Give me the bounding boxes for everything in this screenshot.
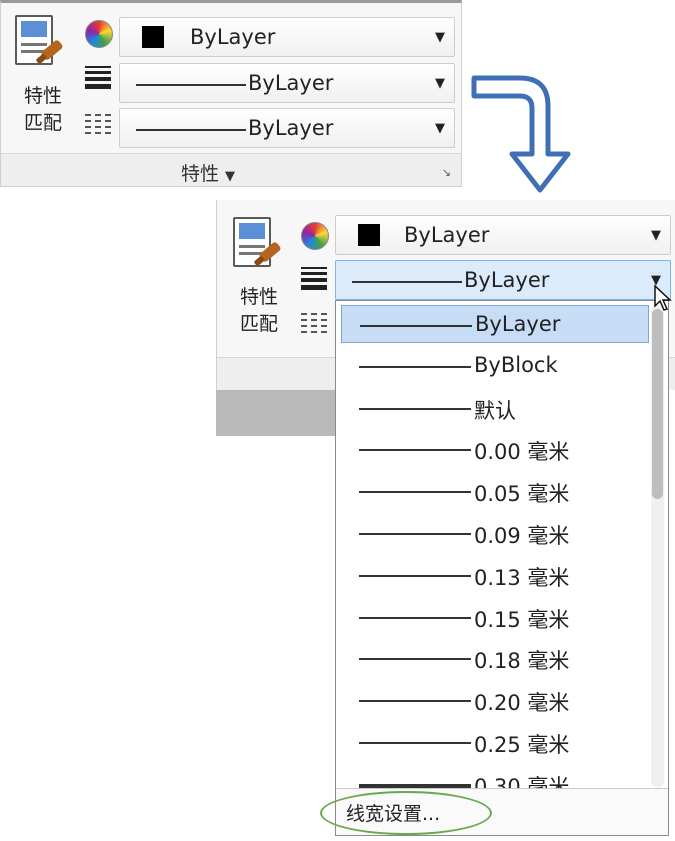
dropdown-arrow-icon[interactable]: ▼ [435, 30, 445, 45]
line-sample [359, 365, 471, 368]
lineweight-icon [85, 66, 111, 92]
color-swatch [142, 26, 164, 48]
lineweight-icon [301, 267, 327, 293]
dropdown-item-label: 0.18 毫米 [474, 649, 570, 674]
color-combo-value: ByLayer [190, 25, 276, 49]
ribbon-shadow [216, 390, 336, 436]
line-sample [359, 407, 471, 410]
line-sample [360, 325, 472, 327]
match-properties-label[interactable]: 特性 匹配 [231, 284, 287, 338]
dropdown-item[interactable]: 0.20 毫米 [341, 681, 649, 719]
dropdown-item[interactable]: 0.15 毫米 [341, 598, 649, 636]
lineweight-combo[interactable]: ByLayer ▼ [335, 260, 671, 300]
properties-panel-top: 特性 匹配 ByLayer ▼ ByLayer ▼ ByLayer ▼ 特性 ▼ … [0, 0, 462, 187]
mouse-cursor-icon [654, 284, 672, 311]
dropdown-item[interactable]: 0.00 毫米 [341, 430, 649, 468]
dropdown-item-label: 0.09 毫米 [474, 524, 570, 548]
line-sample [359, 574, 471, 577]
lineweight-settings-row[interactable]: 线宽设置... [320, 788, 668, 835]
dropdown-item-label: 0.25 毫米 [474, 733, 570, 757]
color-combo[interactable]: ByLayer ▼ [335, 215, 671, 255]
line-sample [136, 129, 246, 131]
panel-launcher-icon[interactable]: ↘ [442, 166, 451, 179]
dropdown-item[interactable]: 0.25 毫米 [341, 723, 649, 761]
linetype-icon [85, 114, 111, 138]
dropdown-item-label: 默认 [474, 398, 516, 423]
dropdown-item-label: 0.13 毫米 [474, 565, 570, 590]
color-swatch [358, 224, 380, 246]
line-sample [359, 742, 471, 744]
line-sample [136, 84, 246, 86]
linetype-combo-value: ByLayer [248, 116, 334, 140]
color-combo[interactable]: ByLayer ▼ [119, 17, 455, 57]
dropdown-item-label: ByLayer [475, 312, 561, 336]
match-properties-icon[interactable] [15, 15, 64, 73]
dropdown-item[interactable]: 0.18 毫米 [341, 639, 649, 677]
lineweight-settings-link[interactable]: 线宽设置... [346, 799, 440, 826]
dropdown-item-label: 0.20 毫米 [474, 691, 570, 716]
color-wheel-icon [301, 222, 329, 250]
curved-arrow-icon [471, 75, 571, 193]
lineweight-combo-value: ByLayer [248, 71, 334, 95]
match-properties-icon[interactable] [233, 217, 282, 275]
scrollbar-thumb[interactable] [652, 309, 663, 499]
lineweight-dropdown-list[interactable]: ByLayer ByBlock 默认 0.00 毫米 0.05 毫米 0.09 毫米 0.1… [320, 300, 669, 836]
match-properties-label[interactable]: 特性 匹配 [15, 83, 71, 137]
lineweight-combo-value: ByLayer [464, 268, 550, 292]
dropdown-item[interactable]: ByBlock [341, 347, 649, 385]
line-sample [359, 616, 471, 619]
line-sample [359, 491, 471, 494]
scrollbar[interactable] [651, 305, 664, 787]
dropdown-arrow-icon[interactable]: ▼ [435, 121, 445, 136]
dropdown-arrow-icon[interactable]: ▼ [435, 76, 445, 91]
dropdown-item[interactable]: 默认 [341, 389, 649, 427]
dropdown-item[interactable]: 0.05 毫米 [341, 472, 649, 510]
line-sample [359, 449, 471, 452]
line-sample [359, 658, 471, 661]
lineweight-combo[interactable]: ByLayer ▼ [119, 63, 455, 103]
linetype-icon [301, 313, 327, 337]
chevron-down-icon: ▼ [225, 169, 236, 184]
dropdown-item[interactable]: 0.09 毫米 [341, 514, 649, 552]
linetype-combo[interactable]: ByLayer ▼ [119, 108, 455, 148]
dropdown-arrow-icon[interactable]: ▼ [651, 228, 661, 243]
line-sample [359, 700, 471, 703]
dropdown-item-label: ByBlock [474, 352, 558, 377]
color-wheel-icon [85, 20, 113, 48]
line-sample [352, 281, 462, 283]
panel-footer: 特性 ▼ ↘ [1, 153, 461, 186]
dropdown-item-label: 0.05 毫米 [474, 482, 570, 507]
color-combo-value: ByLayer [404, 223, 490, 247]
dropdown-item-label: 0.15 毫米 [474, 607, 570, 632]
line-sample [359, 533, 471, 535]
dropdown-item[interactable]: ByLayer [341, 305, 649, 343]
dropdown-item[interactable]: 0.13 毫米 [341, 556, 649, 594]
dropdown-item-label: 0.00 毫米 [474, 440, 570, 465]
panel-title[interactable]: 特性 ▼ [181, 159, 235, 186]
